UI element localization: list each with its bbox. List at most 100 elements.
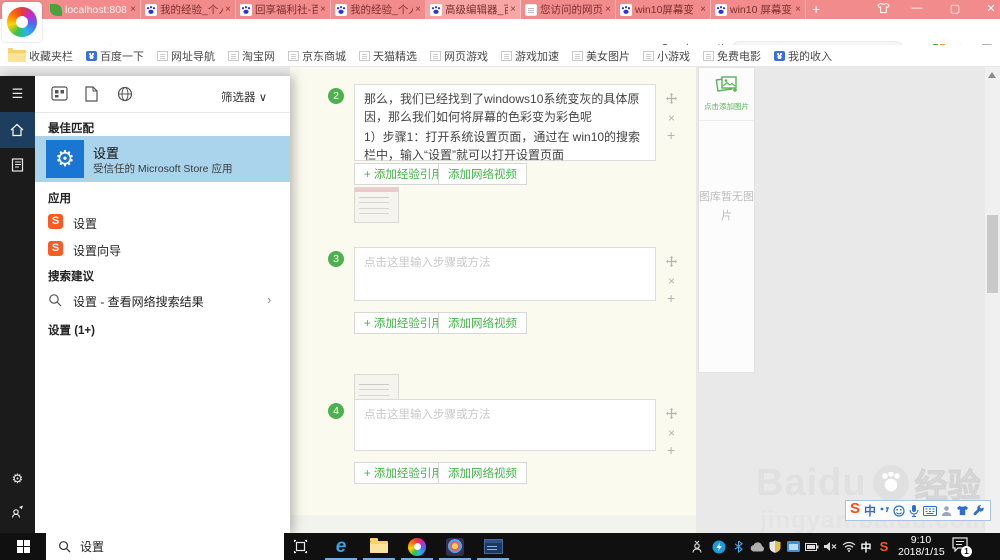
maximize-button[interactable]: ▢ (946, 2, 964, 15)
add-step-icon[interactable]: + (667, 442, 675, 458)
delete-step-icon[interactable]: × (668, 426, 675, 440)
ime-toolbar[interactable]: S 中 (845, 500, 991, 521)
gear-icon[interactable]: ⚙ (0, 471, 35, 487)
move-step-icon[interactable] (666, 408, 677, 422)
browser-tab[interactable]: win10屏幕变 × (616, 0, 711, 19)
new-tab-button[interactable]: + (812, 1, 820, 17)
browser-tab[interactable]: win10 屏幕变 × (711, 0, 806, 19)
wifi-icon[interactable] (840, 533, 858, 560)
add-step-icon[interactable]: + (667, 290, 675, 306)
bluetooth-icon[interactable] (730, 533, 746, 560)
minimize-button[interactable]: — (908, 2, 926, 14)
volume-muted-icon[interactable] (821, 533, 838, 560)
search-home-icon[interactable] (0, 112, 35, 148)
filter-web-icon[interactable] (117, 86, 135, 102)
tab-close-icon[interactable]: × (795, 4, 801, 15)
browser-tab[interactable]: 您访问的网页 × (521, 0, 616, 19)
add-video-button[interactable]: 添加网络视频 (438, 462, 527, 484)
notification-center-icon[interactable]: 1 (952, 537, 972, 557)
tab-close-icon[interactable]: × (225, 4, 231, 15)
ime-person-icon[interactable] (941, 505, 952, 517)
power-bolt-icon[interactable] (710, 533, 728, 560)
ime-punctuation-icon[interactable] (880, 506, 890, 516)
browser-tab[interactable]: 我的经验_个人 × (331, 0, 426, 19)
keyboard-icon[interactable] (923, 505, 938, 516)
bookmark-item[interactable]: 网址导航 (157, 48, 215, 64)
tab-close-icon[interactable]: × (415, 4, 421, 15)
bookmark-item[interactable]: 百度一下 (86, 48, 144, 64)
battery-icon[interactable] (803, 533, 820, 560)
app-result[interactable]: S 设置向导 (35, 237, 290, 261)
feedback-icon[interactable] (0, 504, 35, 523)
taskbar-console-icon[interactable] (474, 533, 512, 560)
add-step-icon[interactable]: + (667, 127, 675, 143)
taskbar-browser-icon[interactable] (398, 533, 436, 560)
scrollbar-thumb[interactable] (987, 215, 998, 293)
step-text-input[interactable]: 点击这里输入步骤或方法 (354, 247, 656, 301)
tab-close-icon[interactable]: × (510, 4, 516, 15)
bookmark-item[interactable]: 游戏加速 (501, 48, 559, 64)
task-view-icon[interactable] (292, 538, 309, 560)
browser-tab[interactable]: 我的经验_个人 × (141, 0, 236, 19)
tab-close-icon[interactable]: × (130, 4, 136, 15)
sogou-logo-icon[interactable]: S (850, 500, 860, 517)
bookmark-item[interactable]: 淘宝网 (228, 48, 275, 64)
best-match-result[interactable]: ⚙ 设置 受信任的 Microsoft Store 应用 (35, 136, 290, 182)
browser-tab-bar: localhost:808 × 我的经验_个人 × 回享福利社-百 × 我的经验_个人 × 高级… (0, 0, 1000, 19)
browser-tab[interactable]: localhost:808 × (46, 0, 141, 19)
browser-logo-icon[interactable] (2, 2, 42, 42)
filter-dropdown[interactable]: 筛选器 ∨ (221, 89, 267, 105)
onedrive-cloud-icon[interactable] (748, 533, 766, 560)
close-button[interactable]: ✕ (982, 2, 1000, 15)
taskbar-app-icon[interactable] (436, 533, 474, 560)
delete-step-icon[interactable]: × (668, 274, 675, 288)
browser-tab[interactable]: 高级编辑器_百 × (426, 0, 521, 19)
taskbar-edge-icon[interactable]: e (322, 533, 360, 560)
step-text-input[interactable]: 那么，我们已经找到了windows10系统变灰的具体原因，那么我们如何将屏幕的色… (354, 84, 656, 162)
bookmark-item[interactable]: 小游戏 (643, 48, 690, 64)
move-step-icon[interactable] (666, 93, 677, 107)
taskbar-clock[interactable]: 9:10 2018/1/15 (898, 534, 945, 558)
sogou-tray-icon[interactable]: S (876, 533, 892, 560)
bookmark-item[interactable]: 京东商城 (288, 48, 346, 64)
tab-close-icon[interactable]: × (700, 4, 706, 15)
bookmark-item[interactable]: 网页游戏 (430, 48, 488, 64)
move-step-icon[interactable] (666, 256, 677, 270)
wrench-icon[interactable] (973, 504, 985, 517)
tab-close-icon[interactable]: × (320, 4, 326, 15)
taskbar-explorer-icon[interactable] (360, 533, 398, 560)
emoji-icon[interactable] (893, 504, 905, 517)
taskbar-search-box[interactable]: 设置 (46, 533, 284, 560)
scroll-up-icon[interactable] (988, 72, 996, 78)
bookmark-item[interactable]: 我的收入 (774, 48, 832, 64)
ime-lang-indicator[interactable]: 中 (858, 533, 874, 560)
ime-skin-icon[interactable] (956, 505, 969, 516)
search-suggestion[interactable]: 设置 - 查看网络搜索结果 › (35, 288, 290, 314)
bookmark-item[interactable]: 天猫精选 (359, 48, 417, 64)
ime-language-mode[interactable]: 中 (864, 502, 876, 519)
page-scrollbar[interactable] (985, 67, 1000, 533)
add-video-button[interactable]: 添加网络视频 (438, 163, 527, 185)
step-text-input[interactable]: 点击这里输入步骤或方法 (354, 399, 656, 451)
bookmark-item[interactable]: 美女图片 (572, 48, 630, 64)
delete-step-icon[interactable]: × (668, 111, 675, 125)
add-image-button[interactable]: 点击添加图片 (699, 68, 754, 121)
start-button[interactable] (0, 533, 46, 560)
tab-close-icon[interactable]: × (605, 4, 611, 15)
people-icon[interactable] (688, 533, 706, 560)
filter-documents-icon[interactable] (85, 86, 103, 102)
bookmark-item[interactable]: 免费电影 (703, 48, 761, 64)
hamburger-menu-icon[interactable]: ☰ (0, 86, 35, 102)
defender-shield-icon[interactable] (767, 533, 783, 560)
bookmark-item[interactable]: 收藏夹栏 (8, 47, 73, 64)
app-result[interactable]: S 设置 (35, 210, 290, 234)
browser-tab[interactable]: 回享福利社-百 × (236, 0, 331, 19)
blue-window-icon[interactable] (785, 533, 801, 560)
add-video-button[interactable]: 添加网络视频 (438, 312, 527, 334)
mic-icon[interactable] (909, 504, 919, 517)
step-screenshot-thumbnail[interactable] (354, 187, 399, 223)
skin-icon[interactable] (874, 2, 892, 17)
bookmarks-bar: 收藏夹栏 百度一下 网址导航 淘宝网 京东商城 天猫精选 网页游戏 游戏加速 美女图片 小游戏 免费… (0, 45, 1000, 67)
notebook-icon[interactable] (0, 158, 35, 177)
filter-apps-icon[interactable] (51, 86, 69, 102)
